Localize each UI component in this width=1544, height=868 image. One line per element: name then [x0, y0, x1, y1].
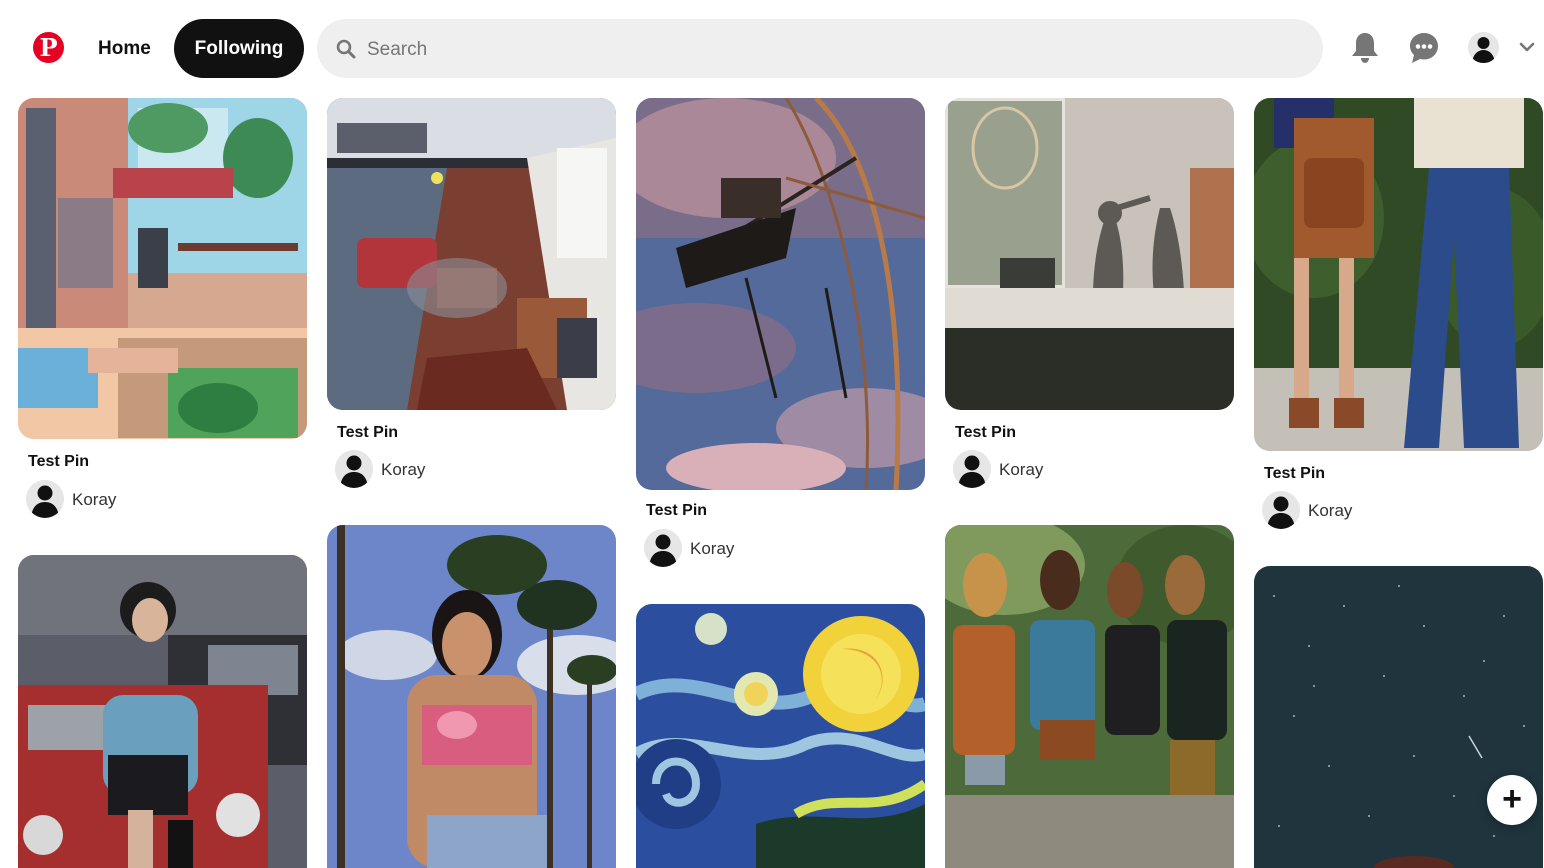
- user-avatar: [335, 450, 373, 488]
- plus-icon: +: [1502, 780, 1522, 818]
- add-pin-button[interactable]: +: [1487, 775, 1537, 825]
- pin-title[interactable]: Test Pin: [28, 453, 89, 471]
- user-avatar: [1262, 491, 1300, 529]
- pin-title[interactable]: Test Pin: [1264, 465, 1325, 483]
- top-navigation-bar: P Home Following: [0, 0, 1544, 98]
- pin-username: Koray: [690, 539, 735, 558]
- shadows-wall-image: [945, 98, 1234, 410]
- user-avatar: [26, 480, 64, 518]
- pinterest-logo-glyph: P: [39, 33, 58, 62]
- starry-night-image: [636, 604, 925, 868]
- pin-title[interactable]: Test Pin: [955, 424, 1016, 442]
- search-bar[interactable]: [317, 19, 1323, 80]
- user-avatar[interactable]: [1468, 32, 1499, 63]
- flared-jeans-image: [1254, 98, 1543, 451]
- user-avatar: [644, 529, 682, 567]
- pin-image-woman-red-car[interactable]: [18, 555, 307, 868]
- woman-red-car-image: [18, 555, 307, 868]
- pin-image-palm-trees-portrait[interactable]: [327, 525, 616, 868]
- search-input[interactable]: [365, 19, 1289, 80]
- pin-username: Koray: [1308, 501, 1353, 520]
- pin-title[interactable]: Test Pin: [646, 502, 707, 520]
- pin-image-loft-illustration[interactable]: [327, 98, 616, 410]
- pin-image-ferris-wheel-sky[interactable]: [636, 98, 925, 490]
- pinterest-logo[interactable]: P: [33, 32, 64, 63]
- avatar-image: [1468, 32, 1499, 63]
- pin-username: Koray: [999, 460, 1044, 479]
- chevron-down-icon[interactable]: [1519, 41, 1535, 53]
- pin-image-flared-jeans[interactable]: [1254, 98, 1543, 451]
- nav-home-button[interactable]: Home: [84, 24, 165, 74]
- user-avatar: [953, 450, 991, 488]
- anime-room-image: [18, 98, 307, 439]
- pin-title[interactable]: Test Pin: [337, 424, 398, 442]
- pin-image-shadows-wall[interactable]: [945, 98, 1234, 410]
- bell-icon[interactable]: [1350, 31, 1380, 65]
- nav-following-button[interactable]: Following: [174, 19, 304, 78]
- four-women-image: [945, 525, 1234, 868]
- loft-illustration-image: [327, 98, 616, 410]
- search-icon: [336, 39, 356, 59]
- chat-icon[interactable]: [1408, 31, 1440, 65]
- pin-image-starry-night[interactable]: [636, 604, 925, 868]
- palm-trees-portrait-image: [327, 525, 616, 868]
- pin-image-anime-room[interactable]: [18, 98, 307, 439]
- pin-username: Koray: [72, 490, 117, 509]
- pin-username: Koray: [381, 460, 426, 479]
- pin-image-four-women[interactable]: [945, 525, 1234, 868]
- ferris-wheel-sky-image: [636, 98, 925, 490]
